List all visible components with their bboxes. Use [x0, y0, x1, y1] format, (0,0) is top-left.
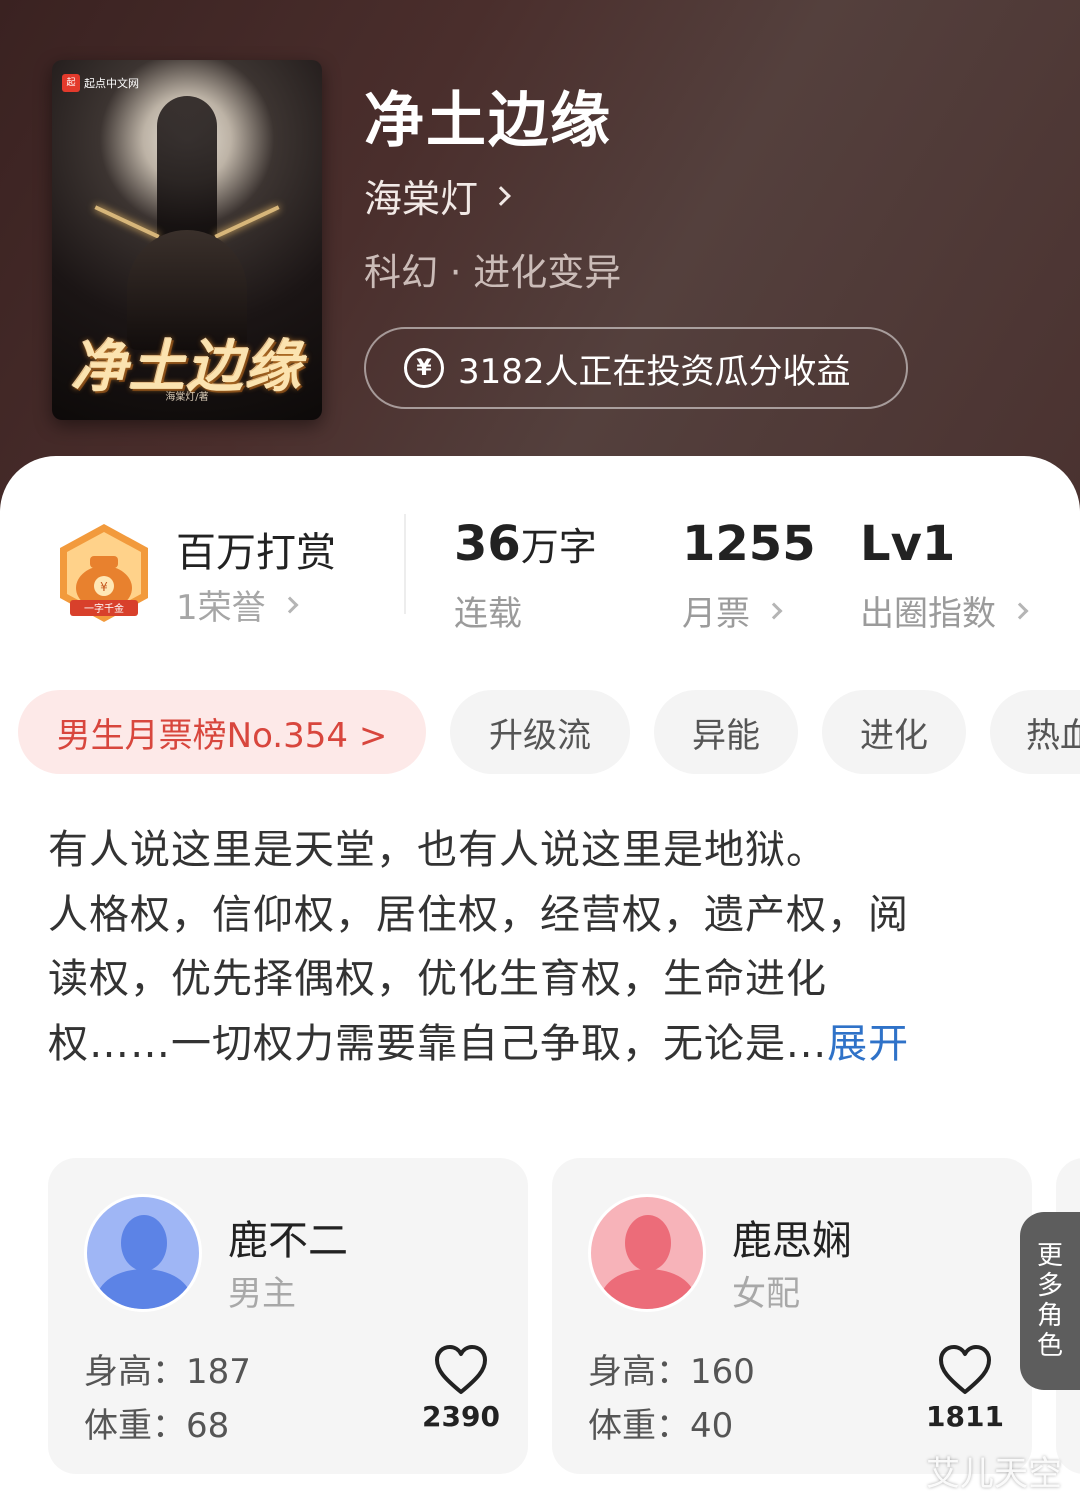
book-genre: 科幻 · 进化变异: [364, 251, 622, 294]
avatar-head: [625, 1215, 671, 1271]
synopsis: 有人说这里是天堂，也有人说这里是地狱。 人格权，信仰权，居住权，经营权，遗产权，…: [48, 818, 1008, 1076]
cover-author-art: 海棠灯/著: [165, 392, 209, 403]
tag-item[interactable]: 异能: [654, 690, 798, 774]
word-count-value: 36万字: [454, 516, 597, 572]
avatar: [84, 1194, 202, 1312]
character-height: 身高：187: [84, 1352, 251, 1392]
character-role: 女配: [732, 1274, 800, 1314]
expand-link[interactable]: 展开: [827, 1021, 909, 1067]
synopsis-line: 人格权，信仰权，居住权，经营权，遗产权，阅: [48, 891, 909, 938]
chevron-right-icon: [281, 596, 299, 613]
character-role: 男主: [228, 1274, 296, 1314]
like-count: 1811: [926, 1400, 1004, 1433]
character-card[interactable]: 鹿思娴 女配 身高：160 体重：40 1811: [552, 1158, 1032, 1474]
cover-figure: [157, 96, 217, 246]
popularity-value: Lv1: [860, 516, 956, 572]
publisher-mark: 起 起点中文网: [62, 74, 139, 92]
synopsis-line: 读权，优先择偶权，优化生育权，生命进化: [48, 956, 827, 1002]
synopsis-line: 有人说这里是天堂，也有人说这里是地狱。: [48, 827, 827, 873]
book-title: 净土边缘: [364, 86, 612, 156]
popularity-link[interactable]: 出圈指数: [860, 586, 1029, 635]
book-header: 起 起点中文网 净土边缘 海棠灯/著 净土边缘 海棠灯 科幻 · 进化变异 ¥ …: [0, 0, 1080, 520]
like-count: 2390: [422, 1400, 500, 1433]
monthly-ticket-label: 月票: [682, 594, 750, 634]
publisher-logo-icon: 起: [62, 74, 80, 92]
cover-sword-right: [214, 205, 280, 239]
publisher-name: 起点中文网: [84, 77, 139, 90]
more-roles-char: 更: [1036, 1241, 1063, 1271]
more-roles-char: 色: [1036, 1331, 1063, 1361]
character-card[interactable]: 鹿不二 男主 身高：187 体重：68 2390: [48, 1158, 528, 1474]
stats-divider: [404, 514, 406, 614]
money-bag-icon[interactable]: ¥ 一字千金: [52, 522, 156, 626]
book-cover[interactable]: 起 起点中文网 净土边缘 海棠灯/著: [52, 60, 322, 420]
honor-link[interactable]: 1荣誉: [176, 580, 299, 629]
more-roles-char: 角: [1036, 1301, 1063, 1331]
popularity-label: 出圈指数: [860, 594, 996, 634]
character-weight: 体重：68: [84, 1406, 230, 1446]
cover-sword-left: [94, 205, 160, 239]
chevron-right-icon: [1011, 602, 1029, 619]
chevron-right-icon: [765, 602, 783, 619]
yen-coin-icon: ¥: [404, 348, 444, 388]
character-weight: 体重：40: [588, 1406, 734, 1446]
more-roles-button[interactable]: 更 多 角 色: [1020, 1212, 1080, 1390]
heart-icon[interactable]: [434, 1344, 488, 1396]
heart-icon[interactable]: [938, 1344, 992, 1396]
avatar-head: [121, 1215, 167, 1271]
tag-item[interactable]: 热血: [990, 690, 1080, 774]
svg-text:¥: ¥: [100, 580, 108, 594]
honor-count: 1荣誉: [176, 588, 266, 628]
rank-tag[interactable]: 男生月票榜No.354 >: [18, 690, 426, 774]
badge-label: 一字千金: [84, 602, 124, 615]
invest-button[interactable]: ¥ 3182人正在投资瓜分收益: [364, 327, 908, 409]
author-link[interactable]: 海棠灯: [364, 168, 511, 223]
character-name: 鹿思娴: [732, 1218, 852, 1264]
character-height: 身高：160: [588, 1352, 755, 1392]
watermark: 艾儿天空: [926, 1454, 1062, 1494]
chevron-right-icon: [491, 185, 511, 206]
tag-item[interactable]: 进化: [822, 690, 966, 774]
author-name: 海棠灯: [364, 177, 479, 221]
avatar: [588, 1194, 706, 1312]
honor-name: 百万打赏: [176, 530, 336, 576]
monthly-ticket-link[interactable]: 月票: [682, 586, 783, 635]
monthly-ticket-value: 1255: [682, 516, 816, 572]
word-count-label: 连载: [454, 594, 522, 634]
avatar-body: [601, 1269, 695, 1309]
tag-item[interactable]: 升级流: [450, 690, 630, 774]
synopsis-line: 权……一切权力需要靠自己争取，无论是...展开: [48, 1020, 910, 1067]
more-roles-char: 多: [1036, 1271, 1063, 1301]
avatar-body: [97, 1269, 191, 1309]
character-name: 鹿不二: [228, 1218, 348, 1264]
invest-text: 3182人正在投资瓜分收益: [458, 351, 851, 392]
